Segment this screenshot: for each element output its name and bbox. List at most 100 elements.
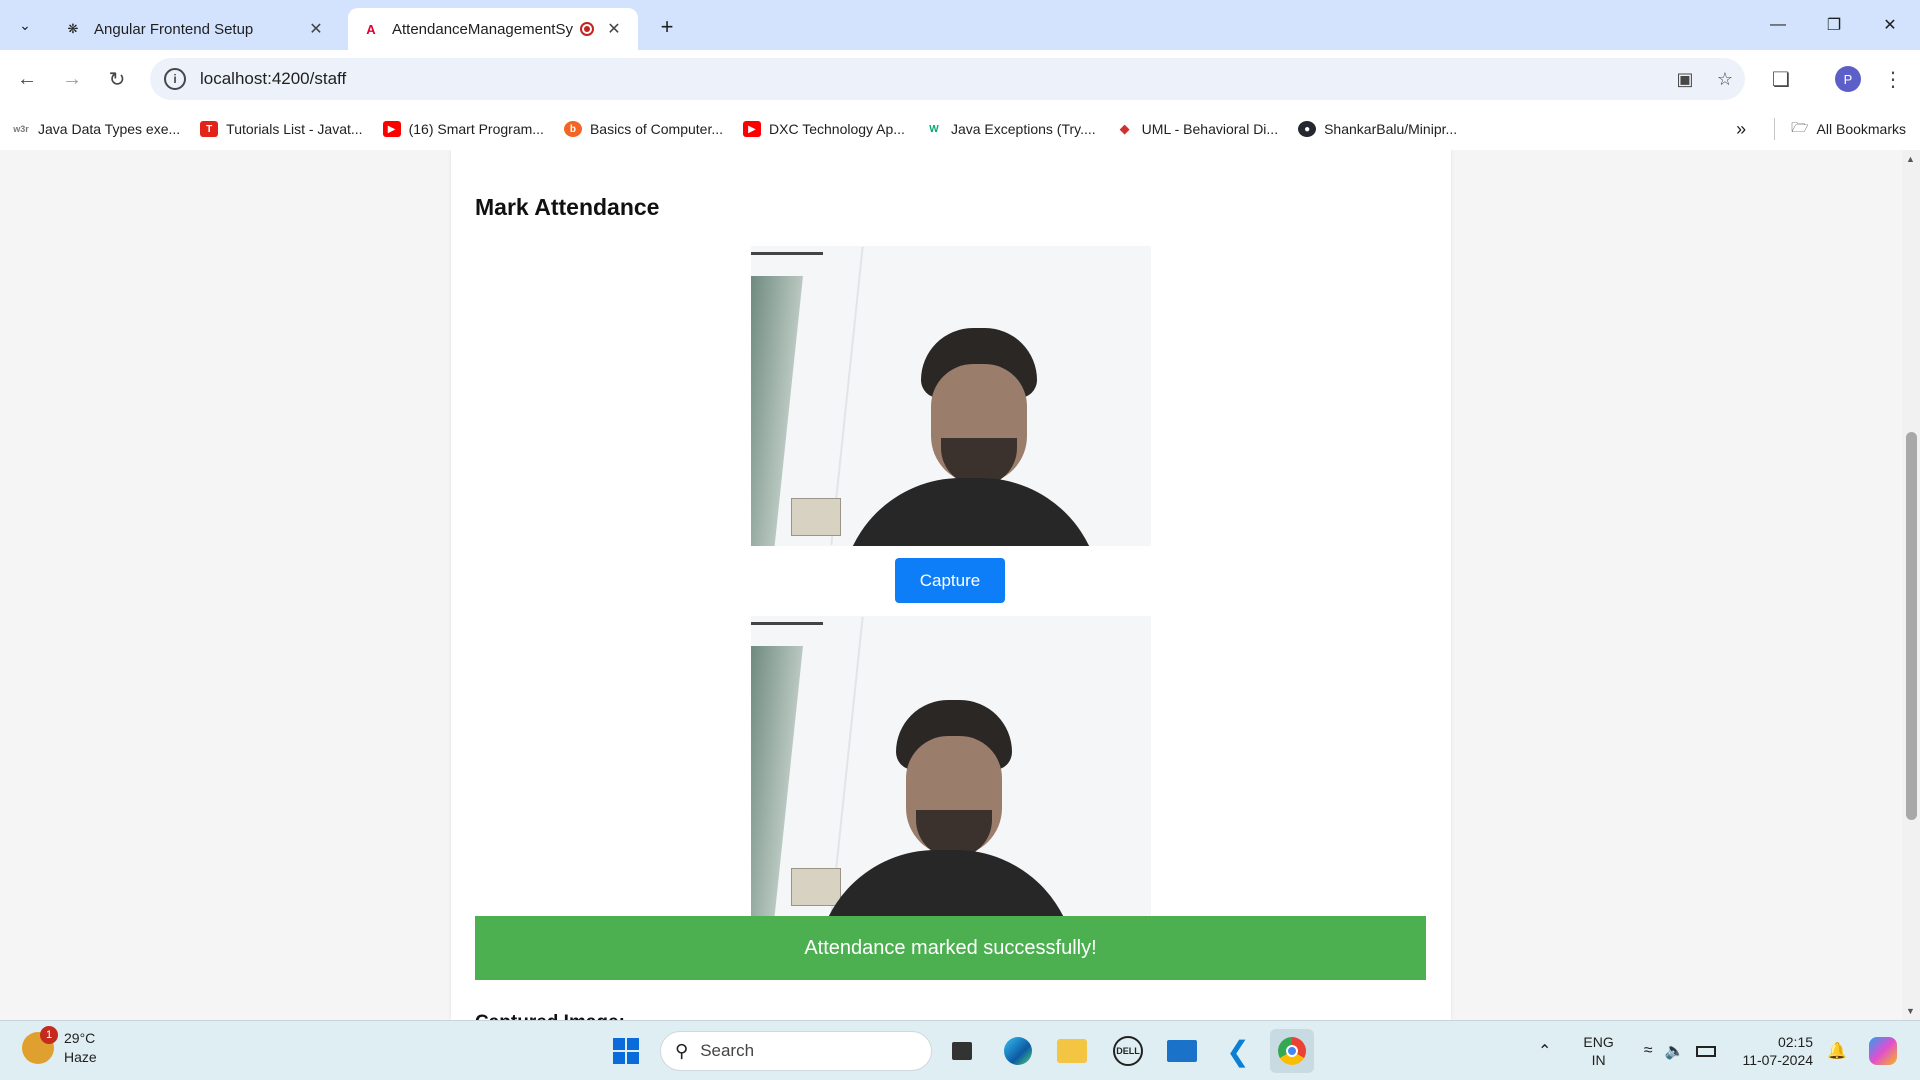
openai-icon: ❋ [67, 21, 79, 36]
address-bar[interactable]: i localhost:4200/staff ▣ ☆ [150, 58, 1745, 100]
start-button[interactable] [604, 1029, 648, 1073]
javatpoint-icon: T [200, 121, 219, 137]
folder-icon [1057, 1039, 1087, 1063]
mail-icon [1167, 1040, 1197, 1062]
chrome-button[interactable] [1270, 1029, 1314, 1073]
weather-icon: 1 [22, 1026, 58, 1064]
w3schools-icon: W [929, 123, 939, 135]
volume-icon[interactable]: 🔈 [1665, 1041, 1685, 1061]
task-view-button[interactable] [940, 1029, 984, 1073]
background-rail [751, 252, 823, 255]
menu-button[interactable]: ⋮ [1876, 62, 1910, 96]
background-switchboard [791, 498, 841, 536]
captured-image-heading: Captured Image: [475, 1012, 625, 1020]
bookmark-item[interactable]: b Basics of Computer... [563, 121, 723, 137]
mail-button[interactable] [1160, 1029, 1204, 1073]
bookmarks-right: » 🗁 All Bookmarks [1736, 108, 1906, 150]
language-code: ENG [1583, 1034, 1614, 1050]
site-info-icon[interactable]: i [164, 68, 186, 90]
chevron-down-icon: ⌄ [19, 16, 31, 33]
scrollbar-thumb[interactable] [1906, 432, 1917, 820]
bookmark-item[interactable]: w3r Java Data Types exe... [12, 121, 180, 137]
taskbar-search[interactable]: ⚲ Search [660, 1031, 932, 1071]
double-chevron-right-icon[interactable]: » [1736, 119, 1746, 140]
weather-condition-text: Haze [64, 1049, 97, 1065]
tab-angular-frontend-setup[interactable]: ❋ Angular Frontend Setup ✕ [50, 8, 340, 50]
capture-button[interactable]: Capture [895, 558, 1005, 603]
profile-avatar[interactable]: P [1835, 66, 1861, 92]
bookmark-item[interactable]: T Tutorials List - Javat... [200, 121, 363, 137]
time-text: 02:15 [1777, 1034, 1814, 1050]
minimize-button[interactable]: — [1750, 0, 1806, 50]
bookmark-item[interactable]: ▶ (16) Smart Program... [382, 121, 544, 137]
restore-button[interactable]: ❐ [1806, 0, 1862, 50]
browser-tab-bar: ⌄ ❋ Angular Frontend Setup ✕ A Attendanc… [0, 0, 1920, 50]
edge-icon [1004, 1037, 1032, 1065]
windows-taskbar: 1 29°C Haze ⚲ Search DELL ❮ ⌃ ENG IN ≈ 🔈… [0, 1020, 1920, 1080]
wifi-icon[interactable]: ≈ [1644, 1042, 1653, 1060]
bookmark-label: Java Data Types exe... [38, 121, 181, 137]
bookmarks-divider [1774, 118, 1776, 140]
arrow-right-icon: → [62, 67, 82, 90]
bookmark-item[interactable]: ● ShankarBalu/Minipr... [1298, 121, 1457, 137]
all-bookmarks-button[interactable]: All Bookmarks [1817, 121, 1906, 137]
github-icon: ● [1298, 121, 1317, 137]
browser-toolbar: ← → ↻ i localhost:4200/staff ▣ ☆ ❏ P ⋮ [0, 50, 1920, 108]
tab-attendance-management[interactable]: A AttendanceManagementSy ✕ [348, 8, 638, 50]
vscode-icon: ❮ [1226, 1035, 1250, 1067]
notification-bell-icon[interactable]: 🔔 [1827, 1041, 1847, 1061]
copilot-icon[interactable] [1868, 1037, 1897, 1065]
angular-icon: A [366, 21, 376, 37]
extensions-button[interactable]: ❏ [1764, 62, 1798, 96]
url-text[interactable]: localhost:4200/staff [200, 69, 1665, 89]
kebab-menu-icon: ⋮ [1883, 68, 1903, 91]
date-text: 11-07-2024 [1742, 1052, 1814, 1068]
w3resource-icon: w3r [13, 124, 29, 134]
person-figure [816, 700, 1076, 916]
language-indicator[interactable]: ENG IN [1583, 1033, 1613, 1069]
bookmark-label: UML - Behavioral Di... [1141, 121, 1279, 137]
bookmark-item[interactable]: W Java Exceptions (Try.... [925, 121, 1096, 137]
new-tab-button[interactable]: + [652, 12, 682, 42]
chevron-up-icon[interactable]: ⌃ [1538, 1041, 1551, 1061]
bookmark-item[interactable]: ▶ DXC Technology Ap... [743, 121, 905, 137]
page-title: Mark Attendance [475, 194, 660, 220]
bookmark-label: Java Exceptions (Try.... [950, 121, 1096, 137]
battery-icon[interactable] [1696, 1045, 1717, 1057]
attendance-card: Mark Attendance Capture Attendance marke… [451, 150, 1451, 1020]
scroll-down-icon[interactable]: ▼ [1906, 1006, 1915, 1016]
close-icon[interactable]: ✕ [306, 19, 326, 39]
tab-title: Angular Frontend Setup [94, 20, 254, 38]
plus-icon: + [660, 14, 674, 39]
camera-in-use-icon[interactable]: ▣ [1665, 62, 1705, 96]
tab-search-button[interactable]: ⌄ [10, 10, 40, 40]
person-figure [841, 328, 1101, 546]
file-explorer-button[interactable] [1050, 1029, 1094, 1073]
bookmark-label: Tutorials List - Javat... [226, 121, 363, 137]
scroll-up-icon[interactable]: ▲ [1906, 154, 1915, 164]
close-icon[interactable]: ✕ [604, 19, 624, 39]
forward-button[interactable]: → [55, 62, 89, 96]
back-button[interactable]: ← [10, 62, 44, 96]
weather-widget[interactable]: 1 29°C Haze [22, 1026, 97, 1067]
edge-button[interactable] [996, 1029, 1040, 1073]
reload-icon: ↻ [108, 68, 126, 91]
bookmark-star-icon[interactable]: ☆ [1705, 62, 1745, 96]
vscode-button[interactable]: ❮ [1216, 1029, 1260, 1073]
bookmark-item[interactable]: ◆ UML - Behavioral Di... [1116, 121, 1278, 137]
system-tray: ⌃ ENG IN ≈ 🔈 02:15 11-07-2024 🔔 [1538, 1021, 1897, 1080]
windows-logo-icon [613, 1038, 639, 1064]
dell-button[interactable]: DELL [1106, 1029, 1150, 1073]
task-view-icon [952, 1042, 972, 1060]
success-banner: Attendance marked successfully! [475, 916, 1426, 980]
page-scrollbar[interactable]: ▲ ▼ [1902, 150, 1920, 1020]
page-viewport: Mark Attendance Capture Attendance marke… [0, 150, 1920, 1020]
search-placeholder: Search [700, 1041, 755, 1060]
background-rail [751, 622, 823, 625]
site-icon: b [563, 121, 582, 137]
minimize-icon: — [1770, 16, 1786, 33]
reload-button[interactable]: ↻ [100, 62, 134, 96]
close-window-button[interactable]: ✕ [1862, 0, 1918, 50]
chrome-icon [1278, 1037, 1306, 1065]
clock[interactable]: 02:15 11-07-2024 [1742, 1033, 1813, 1069]
